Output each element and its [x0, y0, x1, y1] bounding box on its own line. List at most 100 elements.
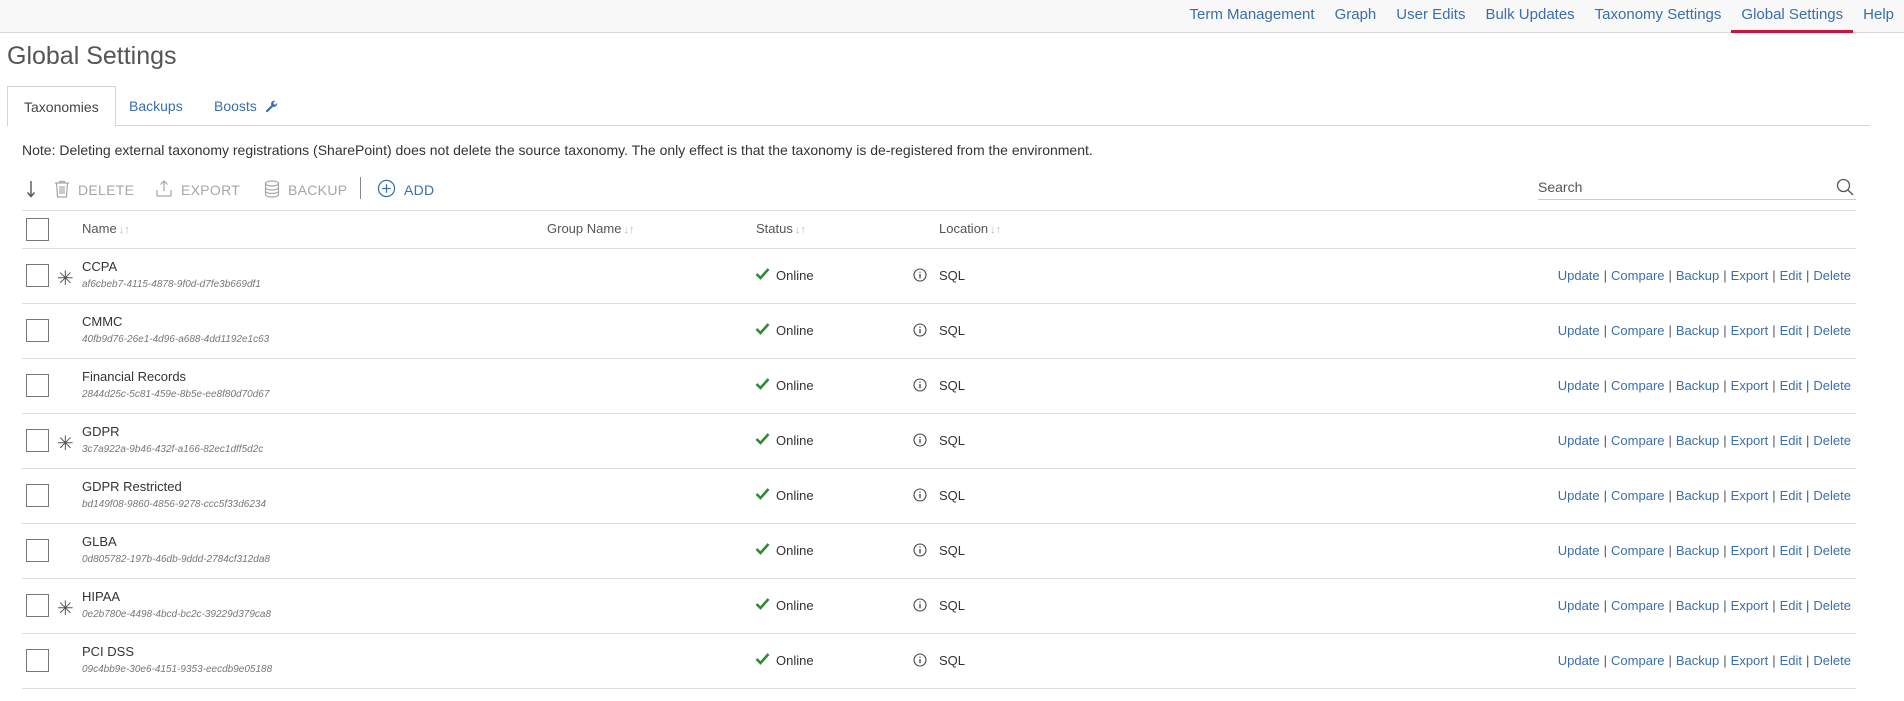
- update-link[interactable]: Update: [1558, 653, 1600, 668]
- compare-link[interactable]: Compare: [1611, 488, 1664, 503]
- update-link[interactable]: Update: [1558, 268, 1600, 283]
- nav-term-management[interactable]: Term Management: [1180, 0, 1325, 33]
- tab-backups[interactable]: Backups: [113, 86, 199, 126]
- backup-link[interactable]: Backup: [1676, 543, 1719, 558]
- edit-link[interactable]: Edit: [1780, 378, 1802, 393]
- row-checkbox[interactable]: [26, 539, 49, 562]
- row-checkbox[interactable]: [26, 484, 49, 507]
- export-link[interactable]: Export: [1731, 378, 1769, 393]
- taxonomy-guid: 2844d25c-5c81-459e-8b5e-ee8f80d70d67: [82, 389, 270, 400]
- sort-order-button[interactable]: [26, 176, 44, 204]
- edit-link[interactable]: Edit: [1780, 268, 1802, 283]
- info-icon[interactable]: [913, 268, 927, 285]
- nav-user-edits[interactable]: User Edits: [1386, 0, 1475, 33]
- delete-link[interactable]: Delete: [1813, 323, 1851, 338]
- export-link[interactable]: Export: [1731, 598, 1769, 613]
- delete-button[interactable]: DELETE: [54, 176, 134, 204]
- action-separator: |: [1603, 598, 1608, 613]
- delete-link[interactable]: Delete: [1813, 598, 1851, 613]
- edit-link[interactable]: Edit: [1780, 598, 1802, 613]
- column-header-group-name[interactable]: Group Name ↓↑: [547, 221, 634, 236]
- backup-link[interactable]: Backup: [1676, 598, 1719, 613]
- tab-boosts[interactable]: Boosts: [198, 86, 294, 126]
- edit-link[interactable]: Edit: [1780, 323, 1802, 338]
- search-input[interactable]: [1538, 176, 1828, 198]
- backup-link[interactable]: Backup: [1676, 323, 1719, 338]
- column-header-location[interactable]: Location ↓↑: [939, 221, 1001, 236]
- backup-link[interactable]: Backup: [1676, 378, 1719, 393]
- update-link[interactable]: Update: [1558, 598, 1600, 613]
- update-link[interactable]: Update: [1558, 543, 1600, 558]
- asterisk-icon: ✳: [57, 268, 74, 290]
- delete-link[interactable]: Delete: [1813, 378, 1851, 393]
- nav-bulk-updates[interactable]: Bulk Updates: [1475, 0, 1584, 33]
- info-icon[interactable]: [913, 543, 927, 560]
- compare-link[interactable]: Compare: [1611, 378, 1664, 393]
- table-row: ✳ GDPR 3c7a922a-9b46-432f-a166-82ec1dff5d2…: [22, 414, 1856, 469]
- info-icon[interactable]: [913, 323, 927, 340]
- table-row: CMMC 40fb9d76-26e1-4d96-a688-4dd1192e1c63…: [22, 304, 1856, 359]
- edit-link[interactable]: Edit: [1780, 433, 1802, 448]
- edit-link[interactable]: Edit: [1780, 543, 1802, 558]
- export-link[interactable]: Export: [1731, 433, 1769, 448]
- action-separator: |: [1668, 268, 1672, 283]
- update-link[interactable]: Update: [1558, 488, 1600, 503]
- export-link[interactable]: Export: [1731, 268, 1769, 283]
- info-icon[interactable]: [913, 598, 927, 615]
- nav-graph[interactable]: Graph: [1325, 0, 1387, 33]
- row-checkbox[interactable]: [26, 319, 49, 342]
- compare-link[interactable]: Compare: [1611, 323, 1664, 338]
- backup-link[interactable]: Backup: [1676, 433, 1719, 448]
- row-checkbox[interactable]: [26, 264, 49, 287]
- info-icon[interactable]: [913, 378, 927, 395]
- delete-link[interactable]: Delete: [1813, 543, 1851, 558]
- export-link[interactable]: Export: [1731, 543, 1769, 558]
- delete-link[interactable]: Delete: [1813, 268, 1851, 283]
- info-icon[interactable]: [913, 488, 927, 505]
- info-icon[interactable]: [913, 433, 927, 450]
- select-all-checkbox[interactable]: [26, 218, 49, 241]
- backup-link[interactable]: Backup: [1676, 268, 1719, 283]
- backup-link[interactable]: Backup: [1676, 653, 1719, 668]
- column-header-name[interactable]: Name ↓↑: [82, 221, 130, 236]
- delete-link[interactable]: Delete: [1813, 653, 1851, 668]
- nav-global-settings[interactable]: Global Settings: [1731, 0, 1854, 33]
- row-checkbox[interactable]: [26, 594, 49, 617]
- compare-link[interactable]: Compare: [1611, 268, 1664, 283]
- add-button[interactable]: ADD: [377, 176, 434, 204]
- backup-button[interactable]: BACKUP: [264, 176, 347, 204]
- edit-link[interactable]: Edit: [1780, 653, 1802, 668]
- row-actions: Update | Compare | Backup | Export | Edit | Delete: [1558, 433, 1851, 448]
- tab-taxonomies[interactable]: Taxonomies: [7, 86, 116, 127]
- compare-link[interactable]: Compare: [1611, 543, 1664, 558]
- column-header-status[interactable]: Status ↓↑: [756, 221, 806, 236]
- update-link[interactable]: Update: [1558, 433, 1600, 448]
- delete-link[interactable]: Delete: [1813, 488, 1851, 503]
- nav-help[interactable]: Help: [1853, 0, 1904, 33]
- compare-link[interactable]: Compare: [1611, 598, 1664, 613]
- edit-link[interactable]: Edit: [1780, 488, 1802, 503]
- compare-link[interactable]: Compare: [1611, 653, 1664, 668]
- export-link[interactable]: Export: [1731, 653, 1769, 668]
- search-icon[interactable]: [1836, 178, 1854, 199]
- delete-label: DELETE: [78, 182, 135, 198]
- export-button[interactable]: EXPORT: [155, 176, 240, 204]
- export-link[interactable]: Export: [1731, 488, 1769, 503]
- row-checkbox[interactable]: [26, 374, 49, 397]
- settings-tabs: Taxonomies Backups Boosts: [7, 86, 1870, 127]
- update-link[interactable]: Update: [1558, 323, 1600, 338]
- table-header: Name ↓↑ Group Name ↓↑ Status ↓↑ Location ↓↑: [22, 210, 1856, 249]
- action-separator: |: [1723, 598, 1727, 613]
- action-separator: |: [1603, 433, 1608, 448]
- export-link[interactable]: Export: [1731, 323, 1769, 338]
- update-link[interactable]: Update: [1558, 378, 1600, 393]
- plus-circle-icon: [377, 179, 404, 201]
- backup-link[interactable]: Backup: [1676, 488, 1719, 503]
- delete-link[interactable]: Delete: [1813, 433, 1851, 448]
- info-icon[interactable]: [913, 653, 927, 670]
- nav-taxonomy-settings[interactable]: Taxonomy Settings: [1585, 0, 1732, 33]
- row-checkbox[interactable]: [26, 649, 49, 672]
- compare-link[interactable]: Compare: [1611, 433, 1664, 448]
- row-checkbox[interactable]: [26, 429, 49, 452]
- status-cell: Online: [755, 267, 814, 283]
